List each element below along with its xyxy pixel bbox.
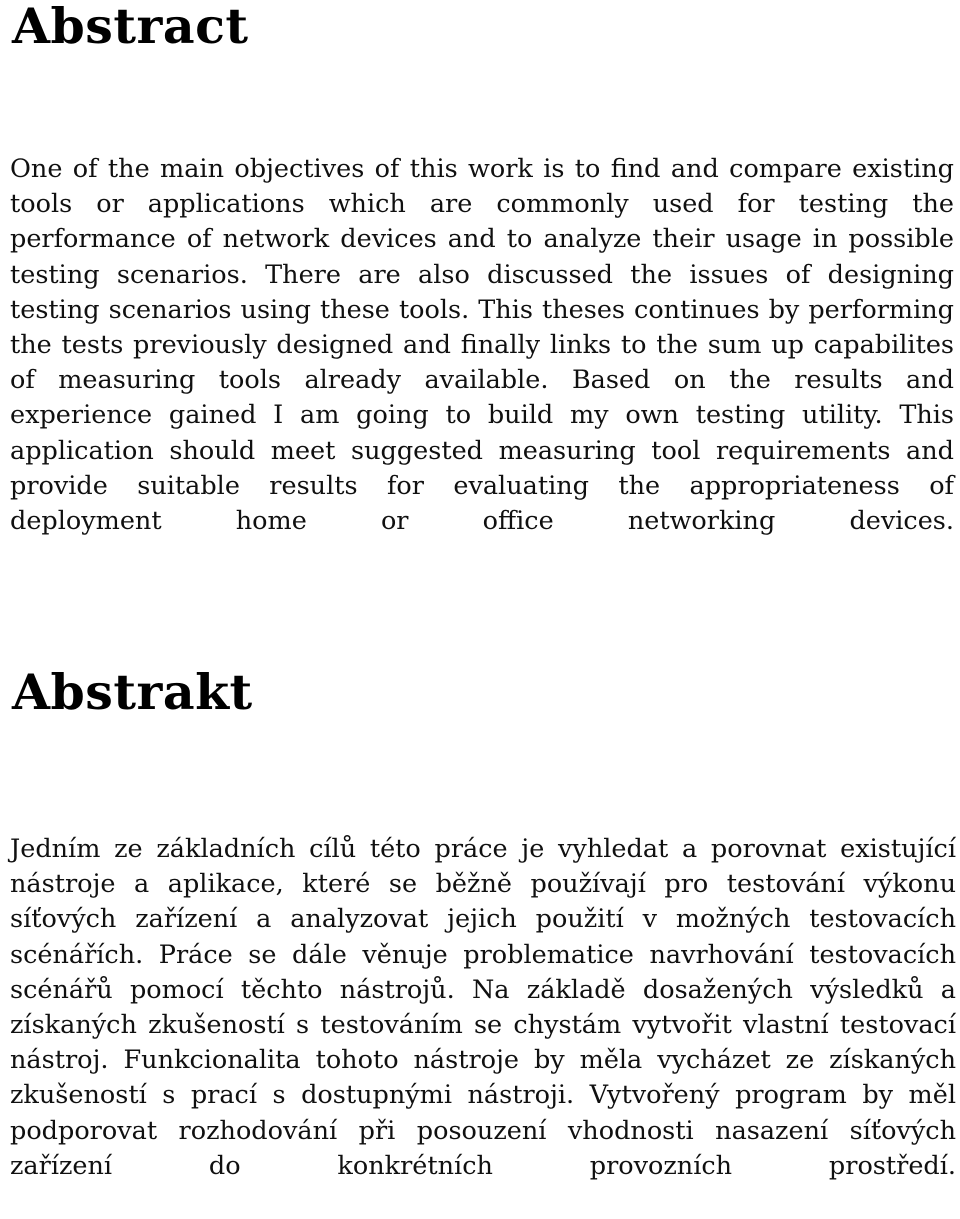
page-title-abstrakt: Abstrakt: [12, 663, 253, 721]
document-page: Abstract One of the main objectives of t…: [0, 0, 960, 1181]
abstrakt-section: Abstrakt: [12, 668, 253, 717]
page-title-abstract: Abstract: [12, 0, 249, 55]
abstract-paragraph-english: One of the main objectives of this work …: [10, 154, 954, 537]
abstract-paragraph-czech: Jedním ze základních cílů této práce je …: [10, 834, 956, 1181]
abstract-section: Abstract: [12, 2, 249, 51]
